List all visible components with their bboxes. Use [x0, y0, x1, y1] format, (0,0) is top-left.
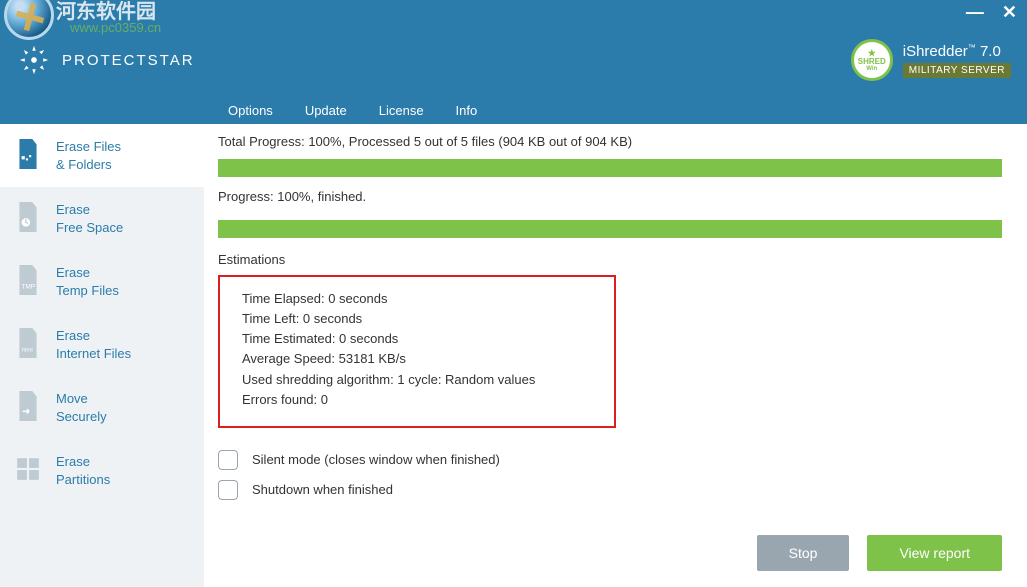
estimations-heading: Estimations: [218, 252, 1002, 267]
time-elapsed: Time Elapsed: 0 seconds: [242, 289, 592, 309]
sidebar-item-free-space[interactable]: Erase Free Space: [0, 187, 204, 250]
right-edge: [1016, 124, 1027, 587]
total-progress-text: Total Progress: 100%, Processed 5 out of…: [218, 134, 1002, 149]
partitions-icon: [14, 453, 42, 485]
shutdown-checkbox[interactable]: [218, 480, 238, 500]
move-securely-icon: [14, 390, 42, 422]
menubar: Options Update License Info: [0, 96, 1027, 124]
sidebar-item-erase-files[interactable]: Erase Files & Folders: [0, 124, 204, 187]
view-report-button[interactable]: View report: [867, 535, 1002, 571]
shutdown-row: Shutdown when finished: [218, 480, 1002, 500]
sidebar-item-label: Move Securely: [56, 390, 107, 425]
footer-buttons: Stop View report: [757, 535, 1002, 571]
minimize-button[interactable]: —: [966, 3, 984, 21]
sidebar-item-internet-files[interactable]: html Erase Internet Files: [0, 313, 204, 376]
progress-text: Progress: 100%, finished.: [218, 189, 1002, 204]
average-speed: Average Speed: 53181 KB/s: [242, 349, 592, 369]
product-tm: ™: [968, 43, 976, 52]
time-estimated: Time Estimated: 0 seconds: [242, 329, 592, 349]
internet-files-icon: html: [14, 327, 42, 359]
silent-mode-label: Silent mode (closes window when finished…: [252, 452, 500, 467]
sidebar-item-temp-files[interactable]: TMP Erase Temp Files: [0, 250, 204, 313]
estimations-box: Time Elapsed: 0 seconds Time Left: 0 sec…: [218, 275, 616, 428]
silent-mode-checkbox[interactable]: [218, 450, 238, 470]
sidebar-item-move-securely[interactable]: Move Securely: [0, 376, 204, 439]
menu-info[interactable]: Info: [456, 103, 478, 118]
product-name: iShredder: [903, 43, 968, 60]
app-header: PROTECTSTAR 河东软件园 www.pc0359.cn ★ SHRED …: [0, 24, 1027, 96]
sidebar-item-label: Erase Partitions: [56, 453, 110, 488]
menu-license[interactable]: License: [379, 103, 424, 118]
product-title-box: iShredder™ 7.0 MILITARY SERVER: [903, 43, 1011, 78]
sidebar-item-label: Erase Temp Files: [56, 264, 119, 299]
titlebar: — ✕: [0, 0, 1027, 24]
free-space-icon: [14, 201, 42, 233]
svg-text:TMP: TMP: [22, 284, 36, 291]
brand-logo-icon: [16, 42, 52, 78]
progress-bar: [218, 220, 1002, 238]
stop-button[interactable]: Stop: [757, 535, 850, 571]
sidebar-item-erase-partitions[interactable]: Erase Partitions: [0, 439, 204, 502]
header-right: ★ SHRED Win iShredder™ 7.0 MILITARY SERV…: [851, 39, 1011, 81]
brand-text: PROTECTSTAR: [62, 52, 195, 69]
shutdown-label: Shutdown when finished: [252, 482, 393, 497]
close-button[interactable]: ✕: [1002, 3, 1017, 21]
menu-update[interactable]: Update: [305, 103, 347, 118]
sidebar-item-label: Erase Internet Files: [56, 327, 131, 362]
errors-found: Errors found: 0: [242, 390, 592, 410]
sidebar-item-label: Erase Free Space: [56, 201, 123, 236]
sidebar-item-label: Erase Files & Folders: [56, 138, 121, 173]
temp-files-icon: TMP: [14, 264, 42, 296]
main-panel: Total Progress: 100%, Processed 5 out of…: [204, 124, 1016, 587]
product-version: 7.0: [976, 43, 1001, 60]
brand: PROTECTSTAR: [16, 42, 195, 78]
options-group: Silent mode (closes window when finished…: [218, 450, 1002, 510]
silent-mode-row: Silent mode (closes window when finished…: [218, 450, 1002, 470]
sidebar: Erase Files & Folders Erase Free Space T…: [0, 124, 204, 587]
product-subtitle: MILITARY SERVER: [903, 63, 1011, 78]
svg-text:html: html: [22, 348, 33, 354]
files-folders-icon: [14, 138, 42, 170]
body: Erase Files & Folders Erase Free Space T…: [0, 124, 1027, 587]
total-progress-bar: [218, 159, 1002, 177]
shredding-algorithm: Used shredding algorithm: 1 cycle: Rando…: [242, 370, 592, 390]
shred-badge-icon: ★ SHRED Win: [851, 39, 893, 81]
time-left: Time Left: 0 seconds: [242, 309, 592, 329]
menu-options[interactable]: Options: [228, 103, 273, 118]
